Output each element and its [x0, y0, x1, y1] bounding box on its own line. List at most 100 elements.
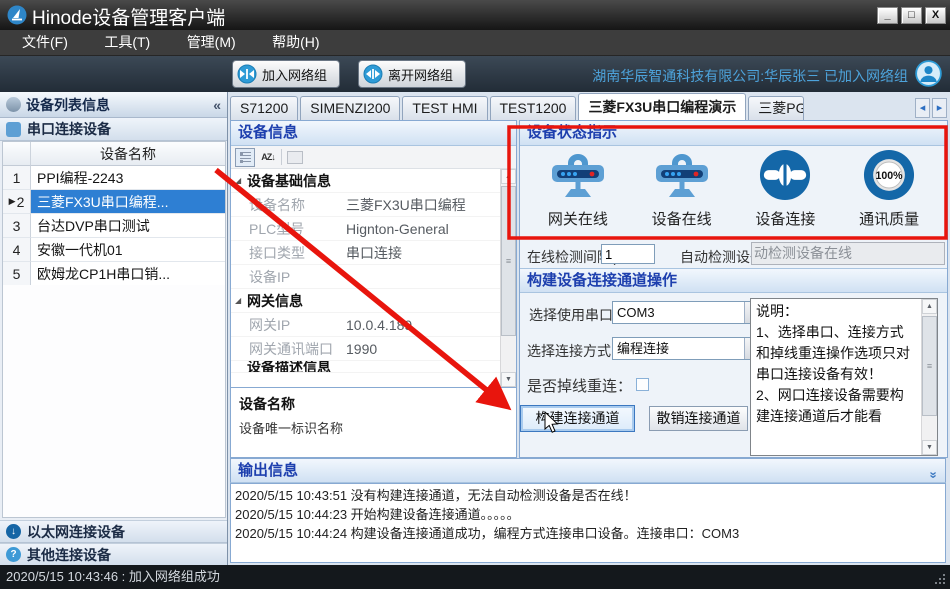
description-title: 设备名称 [239, 394, 508, 414]
row-number: ▶ 2 [3, 190, 31, 214]
auto-detect-button-disabled: 动检测设备在线 [751, 242, 945, 265]
mode-select-label: 选择连接方式 [527, 341, 611, 361]
scroll-down-icon[interactable]: ▼ [922, 440, 937, 455]
build-channel-button[interactable]: 构建连接通道 [520, 405, 635, 432]
tab-fx3u-serial-demo[interactable]: 三菱FX3U串口编程演示 [578, 93, 746, 120]
scrollbar-thumb[interactable]: ≡ [501, 186, 516, 336]
category-row[interactable]: ◢ 网关信息 [231, 289, 516, 313]
device-info-header: 设备信息 [231, 121, 516, 146]
tab-test1200[interactable]: TEST1200 [490, 96, 577, 120]
sidebar-collapse-icon[interactable]: « [213, 97, 221, 113]
device-table-empty-area [2, 285, 226, 518]
device-name: PPI编程-2243 [31, 166, 225, 190]
indicator-device-online: 设备在线 [630, 149, 734, 243]
categorized-view-icon[interactable] [235, 148, 255, 167]
menu-help[interactable]: 帮助(H) [256, 30, 335, 55]
serial-port-combo[interactable]: COM3 ▼ [612, 301, 762, 324]
menu-tools[interactable]: 工具(T) [88, 30, 166, 55]
device-name: 安徽一代机01 [31, 238, 225, 262]
scroll-up-icon[interactable]: ▲ [922, 299, 937, 314]
device-row[interactable]: 3 台达DVP串口测试 [3, 214, 225, 238]
device-name: 台达DVP串口测试 [31, 214, 225, 238]
sidebar-section-serial[interactable]: 串口连接设备 [0, 118, 227, 141]
tab-scroll-right-icon[interactable]: ▸ [932, 98, 947, 118]
device-row[interactable]: 5 欧姆龙CP1H串口销... [3, 262, 225, 286]
description-text: 设备唯一标识名称 [239, 418, 508, 437]
device-connected-icon [757, 149, 813, 201]
property-grid: ◢ 设备基础信息 设备名称 三菱FX3U串口编程 PLC型号 Hignton-G… [231, 169, 516, 387]
menu-file[interactable]: 文件(F) [6, 30, 84, 55]
tab-scroll-left-icon[interactable]: ◂ [915, 98, 930, 118]
device-row-selected[interactable]: ▶ 2 三菱FX3U串口编程... [3, 190, 225, 214]
device-list-sidebar: 设备列表信息 « 串口连接设备 设备名称 1 PPI编程-2243 ▶ 2 三菱… [0, 92, 228, 565]
table-header-row: 设备名称 [3, 142, 225, 166]
property-row[interactable]: 接口类型 串口连接 [231, 241, 516, 265]
output-panel-title: 输出信息 [238, 462, 298, 479]
reconnect-checkbox[interactable] [636, 378, 649, 391]
status-bar-text: 2020/5/15 10:43:46 : 加入网络组成功 [6, 569, 220, 584]
menu-bar: 文件(F) 工具(T) 管理(M) 帮助(H) [0, 30, 950, 56]
indicator-gateway-online: 网关在线 [526, 149, 630, 243]
tab-mitsubishi-pg[interactable]: 三菱PG演 [748, 96, 804, 120]
property-grid-toolbar: AZ↓ [231, 146, 516, 169]
window-title: Hinode设备管理客户端 [32, 3, 225, 30]
join-network-button[interactable]: 加入网络组 [232, 60, 340, 88]
log-line: 2020/5/15 10:43:51 没有构建连接通道，无法自动检测设备是否在线… [235, 486, 941, 505]
other-section-label: 其他连接设备 [27, 545, 111, 565]
close-button[interactable]: X [925, 7, 946, 24]
minimize-button[interactable]: _ [877, 7, 898, 24]
category-row[interactable]: ◢ 设备基础信息 [231, 169, 516, 193]
maximize-button[interactable]: □ [901, 7, 922, 24]
ethernet-section-label: 以太网连接设备 [27, 522, 125, 542]
property-row[interactable]: PLC型号 Hignton-General [231, 217, 516, 241]
tab-strip: S71200 SIMENZI200 TEST HMI TEST1200 三菱FX… [228, 92, 950, 120]
device-name-header: 设备名称 [31, 142, 225, 166]
scrollbar-thumb[interactable]: ≡ [922, 316, 937, 416]
device-row[interactable]: 4 安徽一代机01 [3, 238, 225, 262]
connect-mode-combo[interactable]: 编程连接 ▼ [612, 337, 762, 360]
tab-s71200[interactable]: S71200 [230, 96, 298, 120]
scroll-up-icon[interactable]: ▲ [501, 169, 516, 184]
property-row[interactable]: 设备IP [231, 265, 516, 289]
device-list-icon [6, 97, 21, 112]
indicator-comm-quality: 100% 通讯质量 [837, 149, 941, 243]
property-row[interactable]: 网关通讯端口 1990 [231, 337, 516, 361]
tab-test-hmi[interactable]: TEST HMI [402, 96, 487, 120]
sidebar-section-ethernet[interactable]: ↓ 以太网连接设备 [0, 520, 227, 543]
sidebar-header: 设备列表信息 « [0, 92, 227, 118]
menu-manage[interactable]: 管理(M) [171, 30, 252, 55]
output-collapse-icon[interactable]: » [921, 471, 945, 478]
destroy-channel-button[interactable]: 散销连接通道 [649, 406, 748, 431]
property-row[interactable]: 网关IP 10.0.4.189 [231, 313, 516, 337]
status-indicators: 网关在线 设备在线 [520, 149, 947, 243]
property-grid-scrollbar[interactable]: ▲ ≡ ▼ [500, 169, 516, 387]
join-network-label: 加入网络组 [262, 65, 327, 84]
device-row[interactable]: 1 PPI编程-2243 [3, 166, 225, 190]
serial-select-label: 选择使用串口 [529, 305, 613, 325]
property-description-pane: 设备名称 设备唯一标识名称 [231, 387, 516, 457]
help-scrollbar[interactable]: ▲ ≡ ▼ [921, 299, 937, 455]
alphabetical-sort-icon[interactable]: AZ↓ [258, 148, 278, 167]
tab-simenzi200[interactable]: SIMENZI200 [300, 96, 400, 120]
category-expand-icon[interactable]: ◢ [235, 296, 241, 305]
sidebar-section-other[interactable]: ? 其他连接设备 [0, 543, 227, 566]
property-row[interactable]: 设备名称 三菱FX3U串口编程 [231, 193, 516, 217]
category-row-clipped[interactable]: 设备描述信息 [231, 361, 516, 373]
device-name: 欧姆龙CP1H串口销... [31, 262, 225, 286]
serial-section-label: 串口连接设备 [27, 119, 111, 139]
user-avatar[interactable] [915, 60, 942, 87]
leave-network-button[interactable]: 离开网络组 [358, 60, 466, 88]
interval-input[interactable] [601, 244, 655, 264]
app-logo-icon [7, 5, 27, 25]
reconnect-label: 是否掉线重连： [527, 375, 632, 396]
ethernet-device-icon: ↓ [6, 524, 21, 539]
user-info-text: 湖南华辰智通科技有限公司:华辰张三 已加入网络组 [592, 66, 908, 86]
device-online-icon [650, 149, 714, 201]
join-network-icon [237, 64, 257, 84]
scroll-down-icon[interactable]: ▼ [501, 372, 516, 387]
category-expand-icon[interactable]: ◢ [235, 176, 241, 185]
resize-grip[interactable] [943, 582, 945, 584]
row-number: 1 [3, 166, 31, 190]
row-number: 4 [3, 238, 31, 262]
other-device-icon: ? [6, 547, 21, 562]
